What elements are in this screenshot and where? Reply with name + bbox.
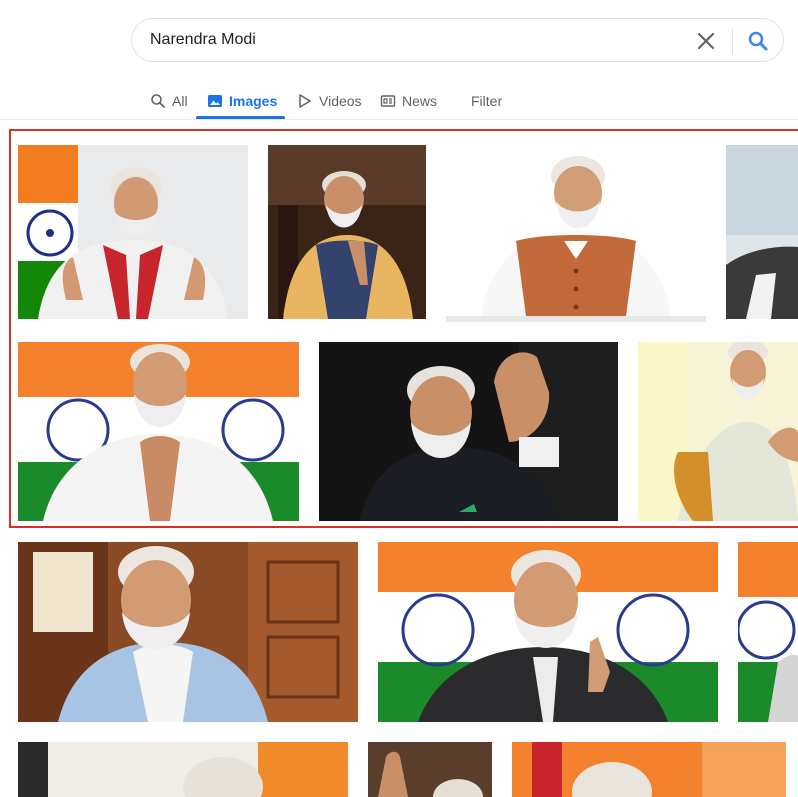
search-icon[interactable] (746, 29, 770, 53)
image-result-8[interactable] (18, 542, 358, 722)
tab-label: News (402, 93, 438, 109)
image-result-11[interactable] (18, 742, 348, 797)
tab-label: Images (229, 93, 278, 109)
news-icon (380, 93, 396, 109)
highlight-box (9, 129, 798, 528)
tab-label: Filter (471, 93, 503, 109)
tab-news[interactable]: News (380, 84, 437, 118)
tab-all[interactable]: All (150, 84, 188, 118)
tabs-divider (0, 119, 798, 120)
tab-filter[interactable]: Filter (471, 84, 502, 118)
image-result-13[interactable] (512, 742, 786, 797)
search-divider (732, 28, 733, 54)
image-result-9[interactable] (378, 542, 718, 722)
tab-videos[interactable]: Videos (297, 84, 362, 118)
tab-label: All (172, 93, 188, 109)
search-tabs: All Images Videos News Filter (0, 84, 798, 120)
image-result-10[interactable] (738, 542, 798, 722)
clear-icon[interactable] (695, 30, 717, 52)
search-box[interactable] (131, 18, 784, 62)
image-icon (207, 93, 223, 109)
video-play-icon (297, 93, 313, 109)
image-result-12[interactable] (368, 742, 492, 797)
search-input[interactable] (150, 19, 670, 61)
search-icon (150, 93, 166, 109)
tab-images[interactable]: Images (207, 84, 277, 118)
tab-label: Videos (319, 93, 362, 109)
